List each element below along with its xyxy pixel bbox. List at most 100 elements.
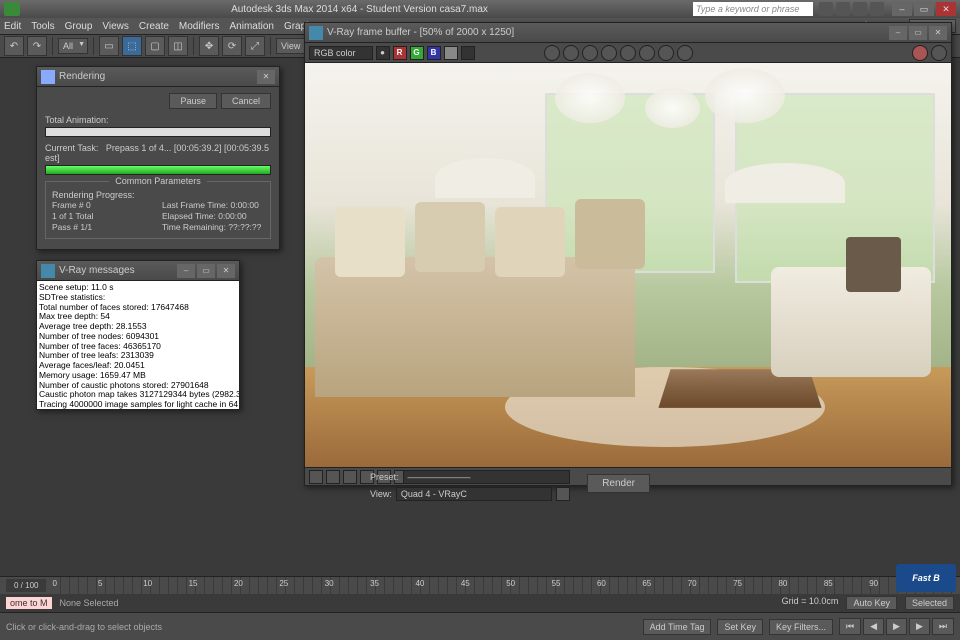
select-button[interactable]: ▭ [99, 36, 119, 56]
next-frame-button[interactable]: ▶ [909, 618, 930, 635]
scale-button[interactable]: ⤢ [245, 36, 265, 56]
mono-channel[interactable] [461, 46, 475, 60]
stat-elapsed: Elapsed Time: 0:00:00 [162, 211, 264, 221]
key-filters-button[interactable]: Key Filters... [769, 619, 833, 635]
render-button[interactable]: Render [587, 474, 650, 493]
render-output-image[interactable] [305, 63, 951, 467]
add-time-tag-button[interactable]: Add Time Tag [643, 619, 712, 635]
render-icon [41, 70, 55, 84]
rotate-button[interactable]: ⟳ [222, 36, 242, 56]
goto-end-button[interactable]: ⏭ [932, 618, 954, 635]
channel-select[interactable]: RGB color [309, 46, 373, 60]
msgs-max-button[interactable]: ▭ [197, 264, 215, 278]
vfb-max-button[interactable]: ▭ [909, 26, 927, 40]
question-icon[interactable] [870, 2, 884, 16]
vfb-title: V-Ray frame buffer - [50% of 2000 x 1250… [327, 27, 514, 38]
vray-messages-title: V-Ray messages [59, 265, 135, 276]
timeline-ruler[interactable]: 0510152025303540455055606570758085909510… [52, 577, 960, 594]
pause-button[interactable]: Pause [169, 93, 217, 109]
command-line[interactable]: ome to M [6, 597, 52, 609]
vfb-tool-2[interactable] [563, 45, 579, 61]
vfb-b1[interactable] [309, 470, 323, 484]
vfb-min-button[interactable]: – [889, 26, 907, 40]
messages-text[interactable]: Scene setup: 11.0 sSDTree statistics:Tot… [37, 281, 239, 409]
rgb-toggle[interactable]: ● [376, 46, 390, 60]
menu-group[interactable]: Group [65, 21, 93, 32]
menu-views[interactable]: Views [102, 21, 129, 32]
alpha-channel[interactable] [444, 46, 458, 60]
select-object-button[interactable]: ⬚ [122, 36, 142, 56]
render-panel: Preset: ——————— Render View: Quad 4 - VR… [370, 470, 570, 504]
view-label: View: [370, 489, 392, 499]
vfb-tool-5[interactable] [620, 45, 636, 61]
help-icon[interactable] [819, 2, 833, 16]
timeline[interactable]: 0 / 100 05101520253035404550556065707580… [0, 576, 960, 594]
vfb-tool-4[interactable] [601, 45, 617, 61]
vfb-tool-1[interactable] [544, 45, 560, 61]
stat-pass: Pass # 1/1 [52, 222, 154, 232]
view-select[interactable]: Quad 4 - VRayC [396, 487, 552, 501]
vray-frame-buffer-window: V-Ray frame buffer - [50% of 2000 x 1250… [304, 22, 952, 486]
vray-icon [41, 264, 55, 278]
msgs-close-button[interactable]: ✕ [217, 264, 235, 278]
g-channel[interactable]: G [410, 46, 424, 60]
signin-icon[interactable] [853, 2, 867, 16]
select-region-button[interactable]: ▢ [145, 36, 165, 56]
b-channel[interactable]: B [427, 46, 441, 60]
minimize-button[interactable]: – [892, 2, 912, 16]
vfb-icon [309, 26, 323, 40]
menu-create[interactable]: Create [139, 21, 169, 32]
r-channel[interactable]: R [393, 46, 407, 60]
total-anim-label: Total Animation: [45, 115, 271, 125]
vfb-b2[interactable] [326, 470, 340, 484]
rendering-close-button[interactable]: ✕ [257, 70, 275, 84]
play-button[interactable]: ▶ [886, 618, 907, 635]
selected-button[interactable]: Selected [905, 596, 954, 610]
grid-status: Grid = 10.0cm [782, 596, 839, 610]
autokey-button[interactable]: Auto Key [846, 596, 897, 610]
maximize-button[interactable]: ▭ [914, 2, 934, 16]
window-crossing-button[interactable]: ◫ [168, 36, 188, 56]
current-task-label: Current Task: [45, 143, 98, 153]
set-key-button[interactable]: Set Key [717, 619, 763, 635]
rendering-window: Rendering ✕ Pause Cancel Total Animation… [36, 66, 280, 250]
menu-modifiers[interactable]: Modifiers [179, 21, 220, 32]
msgs-min-button[interactable]: – [177, 264, 195, 278]
vray-messages-window: V-Ray messages – ▭ ✕ Scene setup: 11.0 s… [36, 260, 240, 410]
vfb-tool-6[interactable] [639, 45, 655, 61]
vfb-tool-7[interactable] [658, 45, 674, 61]
vfb-settings-button[interactable] [931, 45, 947, 61]
rendering-title: Rendering [59, 71, 105, 82]
play-controls[interactable]: ⏮ ◀ ▶ ▶ ⏭ [839, 618, 954, 635]
filter-select[interactable]: All [58, 38, 88, 54]
redo-button[interactable]: ↷ [27, 36, 47, 56]
vfb-close-button[interactable]: ✕ [929, 26, 947, 40]
title-icons [819, 2, 884, 16]
menu-animation[interactable]: Animation [229, 21, 273, 32]
vfb-b3[interactable] [343, 470, 357, 484]
cancel-button[interactable]: Cancel [221, 93, 271, 109]
vfb-stop-button[interactable] [912, 45, 928, 61]
undo-button[interactable]: ↶ [4, 36, 24, 56]
prompt-hint: Click or click-and-drag to select object… [6, 622, 637, 632]
vfb-tool-3[interactable] [582, 45, 598, 61]
stat-of: 1 of 1 Total [52, 211, 154, 221]
menu-tools[interactable]: Tools [31, 21, 54, 32]
vfb-tool-8[interactable] [677, 45, 693, 61]
current-task-progress [45, 165, 271, 175]
selection-status: None Selected [60, 598, 119, 608]
help-search-input[interactable]: Type a keyword or phrase [693, 2, 813, 16]
preset-select[interactable]: ——————— [403, 470, 570, 484]
rendering-progress-label: Rendering Progress: [52, 190, 264, 200]
bottom-bar: Click or click-and-drag to select object… [0, 612, 960, 640]
app-menu-icon[interactable] [4, 2, 20, 16]
move-button[interactable]: ✥ [199, 36, 219, 56]
frame-indicator[interactable]: 0 / 100 [6, 579, 46, 592]
star-icon[interactable] [836, 2, 850, 16]
lock-view-button[interactable] [556, 487, 570, 501]
close-button[interactable]: ✕ [936, 2, 956, 16]
prev-frame-button[interactable]: ◀ [863, 618, 884, 635]
stat-frame: Frame # 0 [52, 200, 154, 210]
menu-edit[interactable]: Edit [4, 21, 21, 32]
goto-start-button[interactable]: ⏮ [839, 618, 861, 635]
